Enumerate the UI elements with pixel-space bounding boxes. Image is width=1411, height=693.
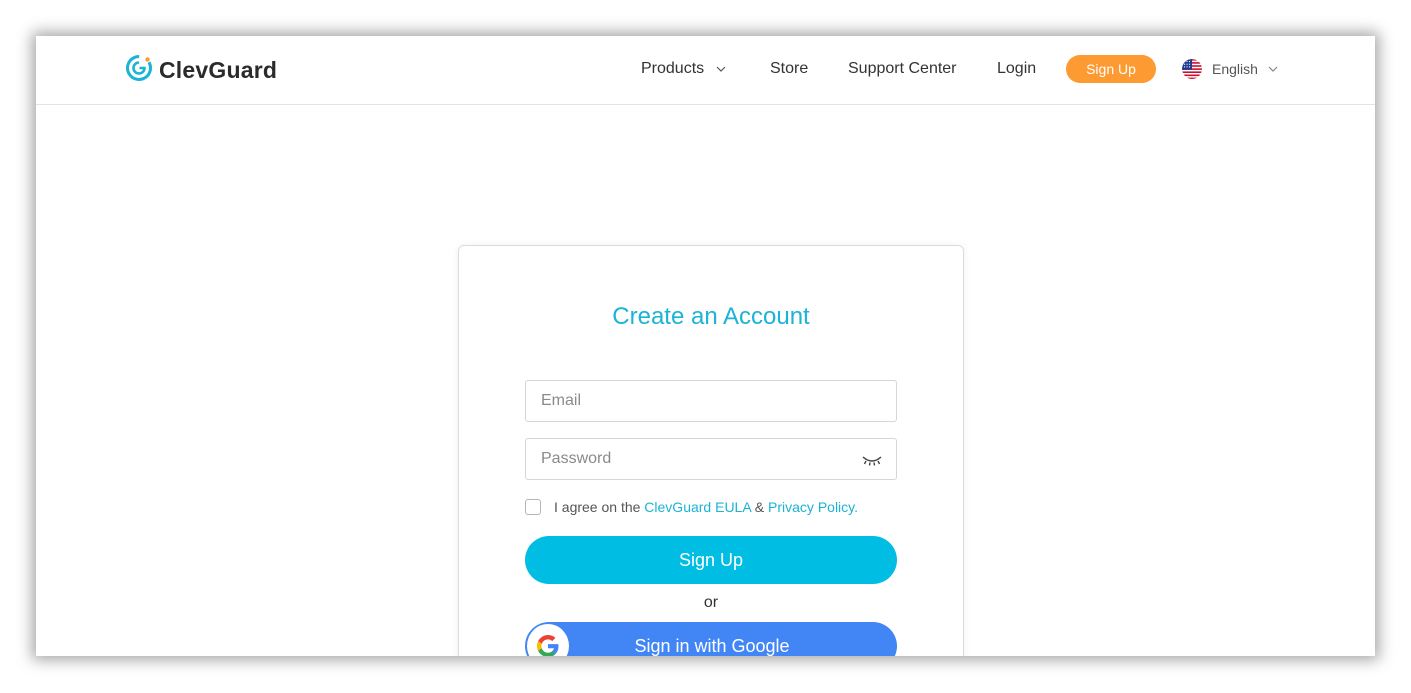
agree-amp: & xyxy=(750,499,769,515)
agree-suffix: . xyxy=(854,499,859,515)
signup-button[interactable]: Sign Up xyxy=(525,536,897,584)
eula-link[interactable]: ClevGuard EULA xyxy=(644,499,751,515)
chevron-down-icon xyxy=(1268,66,1278,72)
browser-window: ClevGuard Products Store Support Center … xyxy=(36,36,1375,656)
header-signup-button[interactable]: Sign Up xyxy=(1066,55,1156,83)
password-field[interactable] xyxy=(525,438,897,480)
privacy-policy-link[interactable]: Privacy Policy xyxy=(768,499,854,515)
logo-text: ClevGuard xyxy=(159,56,278,83)
agreement-text: I agree on the ClevGuard EULA & Privacy … xyxy=(554,499,858,515)
nav-store[interactable]: Store xyxy=(770,60,808,78)
site-header: ClevGuard Products Store Support Center … xyxy=(36,36,1375,105)
eye-closed-icon[interactable] xyxy=(861,453,883,467)
language-label: English xyxy=(1212,61,1258,77)
us-flag-icon xyxy=(1182,59,1202,79)
nav-products-label: Products xyxy=(641,60,705,77)
agreement-row: I agree on the ClevGuard EULA & Privacy … xyxy=(525,499,858,515)
or-divider: or xyxy=(703,594,719,611)
language-selector[interactable]: English xyxy=(1182,59,1278,79)
clevguard-logo-icon xyxy=(125,54,153,87)
nav-products[interactable]: Products xyxy=(641,60,726,78)
google-button-label: Sign in with Google xyxy=(634,635,790,656)
chevron-down-icon xyxy=(716,66,726,72)
signup-card: Create an Account I agree on the ClevGua… xyxy=(458,245,964,656)
page-title: Create an Account xyxy=(612,303,810,330)
agree-checkbox[interactable] xyxy=(525,499,541,515)
email-field[interactable] xyxy=(525,380,897,422)
nav-support-center[interactable]: Support Center xyxy=(848,60,957,78)
agree-prefix: I agree on the xyxy=(554,499,645,515)
logo[interactable]: ClevGuard xyxy=(125,54,278,87)
nav-login[interactable]: Login xyxy=(997,60,1036,78)
google-signin-button[interactable]: Sign in with Google xyxy=(525,622,897,656)
